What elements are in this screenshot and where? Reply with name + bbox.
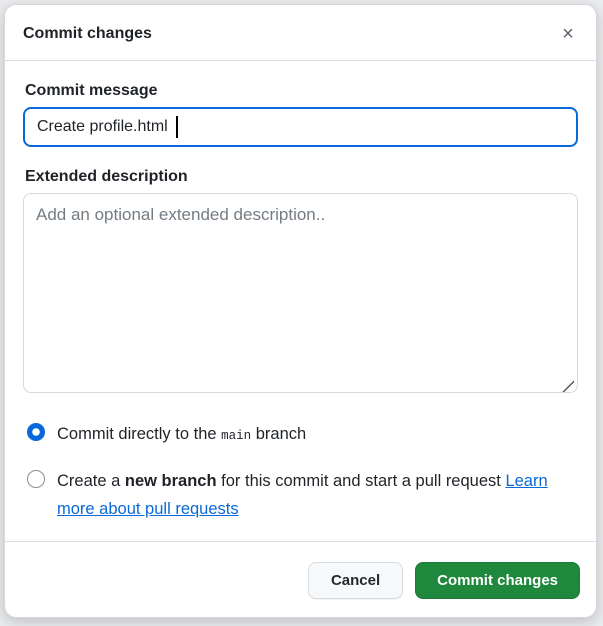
dialog-title: Commit changes [23, 25, 152, 42]
option-commit-directly: Commit directly to the main branch [27, 420, 578, 450]
commit-directly-suffix: branch [251, 425, 307, 443]
radio-new-branch[interactable] [27, 470, 45, 488]
extended-description-label: Extended description [25, 168, 188, 185]
extended-description-wrap [23, 193, 578, 398]
radio-commit-directly[interactable] [27, 423, 45, 441]
dialog-header: Commit changes × [5, 5, 596, 60]
option-new-branch: Create a new branch for this commit and … [27, 467, 578, 523]
dialog-footer: Cancel Commit changes [5, 542, 596, 617]
cancel-button[interactable]: Cancel [307, 562, 404, 599]
new-branch-suffix: for this commit and start a pull request [216, 472, 506, 490]
new-branch-label: Create a new branch for this commit and … [57, 467, 572, 523]
commit-changes-button[interactable]: Commit changes [415, 562, 580, 599]
branch-name-code: main [221, 429, 252, 443]
commit-message-label: Commit message [25, 82, 158, 99]
new-branch-prefix: Create a [57, 472, 125, 490]
commit-message-input-wrap [23, 107, 578, 147]
new-branch-bold: new branch [124, 472, 217, 490]
commit-changes-dialog: Commit changes × Commit message Extended… [4, 4, 597, 618]
commit-directly-text: Commit directly to the [57, 425, 222, 443]
close-icon: × [562, 23, 574, 45]
close-button[interactable]: × [554, 20, 582, 48]
commit-directly-label: Commit directly to the main branch [57, 420, 306, 450]
text-caret [176, 116, 178, 138]
dialog-body: Commit message Extended description Comm… [5, 61, 596, 541]
extended-description-textarea[interactable] [23, 193, 578, 393]
commit-message-input[interactable] [23, 107, 578, 147]
